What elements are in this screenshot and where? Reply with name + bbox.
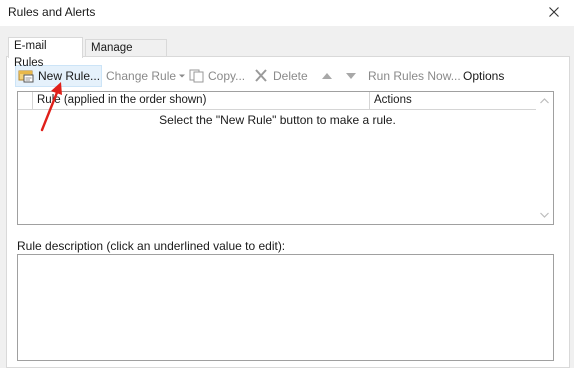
- change-rule-button[interactable]: Change Rule: [106, 65, 186, 87]
- rules-list[interactable]: Rule (applied in the order shown) Action…: [17, 91, 554, 225]
- annotation-arrow-icon: [40, 82, 62, 132]
- move-up-button[interactable]: [321, 65, 333, 87]
- empty-list-message: Select the "New Rule" button to make a r…: [159, 113, 396, 127]
- rules-list-scrollbar[interactable]: [536, 92, 553, 224]
- move-down-button[interactable]: [345, 65, 357, 87]
- delete-label: Delete: [273, 69, 308, 83]
- rule-description-box[interactable]: [17, 254, 554, 361]
- email-rules-panel: New Rule... Change Rule Copy... Delete R…: [6, 56, 570, 368]
- rule-description-label: Rule description (click an underlined va…: [17, 239, 286, 253]
- options-button[interactable]: Options: [463, 65, 504, 87]
- column-header-rule[interactable]: Rule (applied in the order shown): [32, 92, 370, 109]
- copy-button[interactable]: Copy...: [188, 65, 245, 87]
- scroll-down-icon[interactable]: [539, 210, 550, 220]
- column-header-actions[interactable]: Actions: [370, 92, 537, 109]
- toolbar: New Rule... Change Rule Copy... Delete R…: [15, 65, 563, 87]
- delete-icon: [255, 69, 267, 82]
- run-rules-now-button[interactable]: Run Rules Now...: [368, 65, 461, 87]
- arrow-down-icon: [346, 73, 356, 79]
- arrow-up-icon: [322, 73, 332, 79]
- rules-list-header: Rule (applied in the order shown) Action…: [18, 92, 537, 110]
- window-title: Rules and Alerts: [8, 5, 96, 19]
- tab-email-rules[interactable]: E-mail Rules: [8, 37, 83, 69]
- change-rule-label: Change Rule: [106, 69, 177, 83]
- dialog-body: E-mail Rules Manage Alerts New Rule... C…: [0, 26, 574, 368]
- delete-button[interactable]: Delete: [253, 65, 308, 87]
- tab-manage-alerts[interactable]: Manage Alerts: [85, 39, 167, 71]
- copy-label: Copy...: [208, 69, 246, 83]
- options-label: Options: [463, 69, 505, 83]
- chevron-down-icon: [179, 74, 186, 78]
- title-bar: Rules and Alerts: [0, 0, 574, 26]
- run-rules-now-label: Run Rules Now...: [368, 69, 461, 83]
- scroll-up-icon[interactable]: [539, 96, 550, 106]
- copy-icon: [189, 69, 204, 83]
- close-button[interactable]: [540, 0, 568, 24]
- close-icon: [549, 7, 559, 17]
